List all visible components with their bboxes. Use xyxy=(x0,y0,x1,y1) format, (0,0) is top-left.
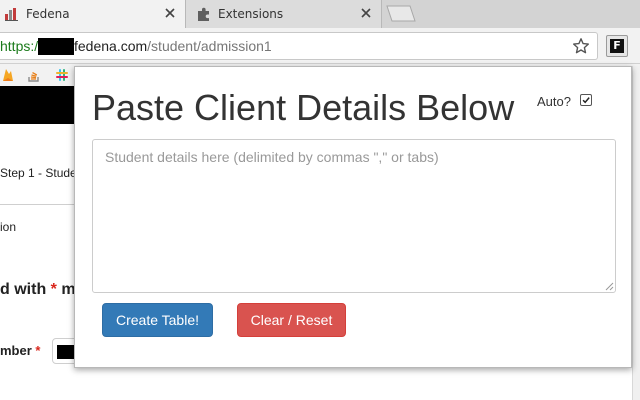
required-fields-note: d with * m xyxy=(0,281,76,299)
auto-checkbox[interactable] xyxy=(580,94,592,106)
clear-reset-button[interactable]: Clear / Reset xyxy=(237,303,346,337)
fedena-favicon-icon xyxy=(5,8,18,21)
browser-window: Fedena Extensions https:// fedena.com/st… xyxy=(0,0,640,400)
admission-number-label: mber * xyxy=(0,343,40,358)
close-tab-icon[interactable] xyxy=(163,6,177,20)
step-heading: Step 1 - Stude xyxy=(0,166,77,180)
url-scheme: https:// xyxy=(0,38,43,54)
url-host: fedena.com/student/admission1 xyxy=(74,38,272,54)
section-label: ion xyxy=(0,220,17,234)
number-label-text: mber xyxy=(0,343,32,358)
extension-button[interactable]: F xyxy=(606,35,628,57)
tab-fedena[interactable]: Fedena xyxy=(0,0,186,28)
create-table-button[interactable]: Create Table! xyxy=(102,303,213,337)
url-host-text: fedena.com xyxy=(74,38,148,54)
page-divider xyxy=(0,204,76,205)
auto-label: Auto? xyxy=(537,94,571,109)
required-star: * xyxy=(35,343,41,358)
redacted-subdomain xyxy=(38,38,74,55)
puzzle-piece-icon xyxy=(198,7,209,21)
stackoverflow-bookmark-icon[interactable] xyxy=(26,67,42,83)
tab-title: Extensions xyxy=(218,7,284,21)
browser-toolbar: https:// fedena.com/student/admission1 F xyxy=(0,28,640,64)
close-tab-icon[interactable] xyxy=(359,6,373,20)
required-note-text: d with xyxy=(0,281,51,298)
url-path: /student/admission1 xyxy=(147,38,272,54)
slack-bookmark-icon[interactable] xyxy=(54,67,70,83)
extension-popup: Paste Client Details Below Auto? Create … xyxy=(74,66,632,368)
tab-extensions[interactable]: Extensions xyxy=(186,0,382,28)
popup-title: Paste Client Details Below xyxy=(92,87,515,128)
f-extension-icon: F xyxy=(610,39,624,53)
bookmark-star-icon[interactable] xyxy=(572,37,590,55)
required-note-tail: m xyxy=(56,281,76,298)
new-tab-button[interactable] xyxy=(386,5,416,22)
page-header-redacted xyxy=(0,86,80,124)
scrollbar[interactable] xyxy=(632,66,640,400)
tab-title: Fedena xyxy=(26,7,70,21)
firebase-bookmark-icon[interactable] xyxy=(0,67,16,83)
resize-grip-icon[interactable] xyxy=(604,281,614,291)
address-bar[interactable]: https:// fedena.com/student/admission1 xyxy=(0,32,598,60)
client-details-textarea[interactable] xyxy=(92,139,616,293)
tab-strip: Fedena Extensions xyxy=(0,0,640,28)
